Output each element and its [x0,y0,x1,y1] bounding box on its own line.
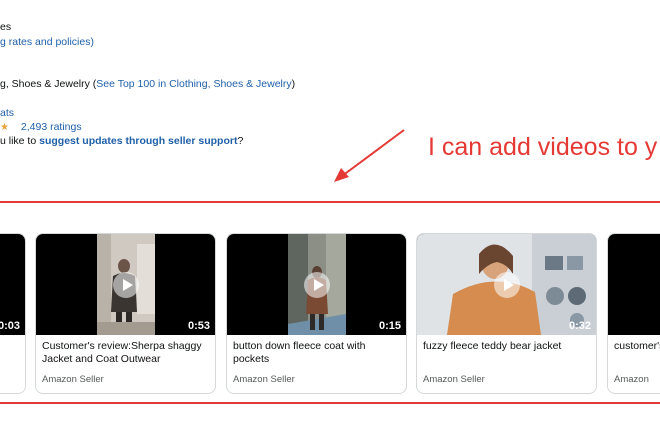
video-card-3[interactable]: 0:15 button down fleece coat with pocket… [226,233,407,394]
top-100-link[interactable]: See Top 100 in Clothing, Shoes & Jewelry [96,78,291,90]
play-icon[interactable] [303,271,330,298]
video-card-1[interactable]: 0:03 [0,233,26,394]
red-divider-bottom [0,402,660,404]
video-title[interactable]: fuzzy fleece teddy bear jacket [417,335,596,370]
video-title[interactable]: customer's coat casua [608,335,660,370]
play-icon[interactable] [112,271,139,298]
video-title[interactable]: Customer's review:Sherpa shaggy Jacket a… [36,335,215,370]
video-duration: 0:03 [0,320,20,332]
video-thumbnail[interactable]: 0:53 [36,234,215,335]
video-seller: Amazon Seller [42,374,104,385]
video-seller: Amazon [614,374,649,385]
video-thumbnail[interactable]: 0:03 [0,234,25,335]
detail-line-ratings-link[interactable]: ats [0,106,14,120]
video-seller: Amazon Seller [233,374,295,385]
video-duration: 0:53 [187,320,210,332]
page: es g rates and policies) g, Shoes & Jewe… [0,0,660,440]
annotation-text: I can add videos to y [428,133,658,161]
video-seller: Amazon Seller [423,374,485,385]
video-card-5[interactable]: customer's coat casua Amazon [607,233,660,394]
video-card-2[interactable]: 0:53 Customer's review:Sherpa shaggy Jac… [35,233,216,394]
ratings-count-link[interactable]: 2,493 ratings [21,121,82,133]
video-thumbnail[interactable] [608,234,660,335]
red-divider-top [0,201,660,203]
suggest-updates-link[interactable]: suggest updates through seller support [39,135,237,147]
detail-line-ratings: ★ 2,493 ratings [0,120,82,135]
video-title[interactable]: button down fleece coat with pockets [227,335,406,370]
annotation-arrow-icon [334,129,405,182]
video-thumbnail[interactable]: 0:32 [417,234,596,335]
video-duration: 0:15 [378,320,401,332]
detail-line-rank: g, Shoes & Jewelry (See Top 100 in Cloth… [0,78,296,90]
detail-line-feedback: u like to suggest updates through seller… [0,135,244,147]
video-thumbnail[interactable]: 0:15 [227,234,406,335]
detail-line-policies[interactable]: g rates and policies) [0,35,94,49]
video-title[interactable] [0,335,25,370]
ratings-summary-link[interactable]: ats [0,107,14,119]
video-duration: 0:32 [568,320,591,332]
detail-line-availability: es [0,21,12,33]
star-rating-icon: ★ [0,122,10,133]
video-card-4[interactable]: 0:32 fuzzy fleece teddy bear jacket Amaz… [416,233,597,394]
play-icon[interactable] [493,271,520,298]
policies-link[interactable]: g rates and policies) [0,36,94,48]
